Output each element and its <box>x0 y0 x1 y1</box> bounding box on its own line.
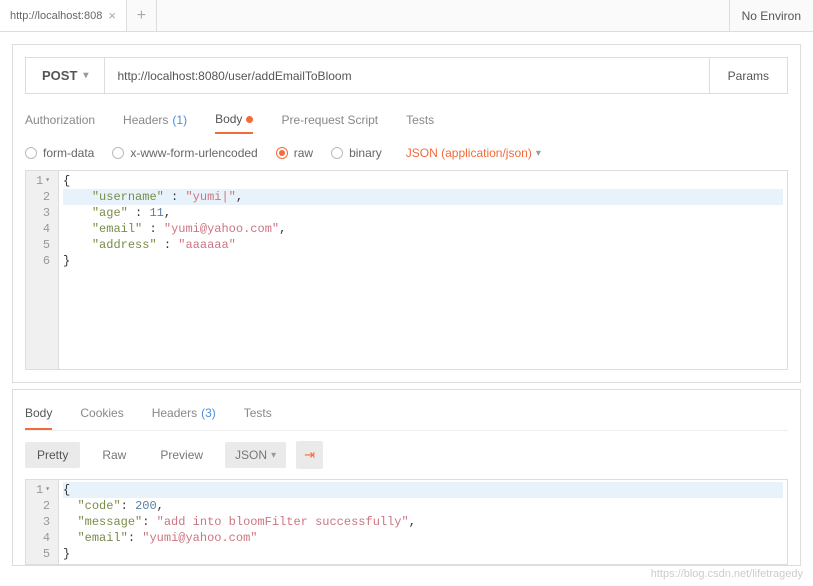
tab-strip: http://localhost:808 × + <box>0 0 729 31</box>
url-row: POST ▾ Params <box>25 57 788 94</box>
resp-tab-cookies[interactable]: Cookies <box>80 400 123 430</box>
watermark: https://blog.csdn.net/lifetragedy <box>651 568 803 580</box>
radio-icon <box>331 147 343 159</box>
code-area[interactable]: { "username" : "yumi|", "age" : 11, "ema… <box>59 171 787 369</box>
format-selector[interactable]: JSON▾ <box>225 442 286 468</box>
resp-tab-headers[interactable]: Headers(3) <box>152 400 216 430</box>
request-body-editor[interactable]: 1▾ 2 3 4 5 6 { "username" : "yumi|", "ag… <box>25 170 788 370</box>
tab-title: http://localhost:808 <box>10 10 102 22</box>
gutter: 1▾ 2 3 4 5 <box>26 480 59 564</box>
view-preview[interactable]: Preview <box>148 442 215 468</box>
top-bar: http://localhost:808 × + No Environ <box>0 0 813 32</box>
response-panel: Body Cookies Headers(3) Tests Pretty Raw… <box>12 389 801 566</box>
content-type-selector[interactable]: JSON (application/json)▾ <box>406 146 541 160</box>
tab-authorization[interactable]: Authorization <box>25 106 95 134</box>
method-label: POST <box>42 68 77 83</box>
radio-raw[interactable]: raw <box>276 146 313 160</box>
radio-form-data[interactable]: form-data <box>25 146 94 160</box>
response-tabs: Body Cookies Headers(3) Tests <box>25 400 788 431</box>
tab-prerequest[interactable]: Pre-request Script <box>281 106 378 134</box>
request-panel: POST ▾ Params Authorization Headers(1) B… <box>12 44 801 383</box>
params-button[interactable]: Params <box>709 58 787 93</box>
gutter: 1▾ 2 3 4 5 6 <box>26 171 59 369</box>
tab-headers[interactable]: Headers(1) <box>123 106 187 134</box>
fold-icon[interactable]: ▾ <box>45 482 50 498</box>
add-tab-button[interactable]: + <box>127 0 157 31</box>
response-body-editor[interactable]: 1▾ 2 3 4 5 { "code": 200, "message": "ad… <box>25 479 788 565</box>
close-icon[interactable]: × <box>108 8 116 23</box>
tab-body[interactable]: Body <box>215 106 253 134</box>
modified-dot-icon <box>246 116 253 123</box>
chevron-down-icon: ▾ <box>536 148 541 159</box>
body-type-selector: form-data x-www-form-urlencoded raw bina… <box>25 146 788 160</box>
environment-selector[interactable]: No Environ <box>729 0 813 31</box>
chevron-down-icon: ▾ <box>271 450 276 461</box>
tab-tests[interactable]: Tests <box>406 106 434 134</box>
resp-tab-body[interactable]: Body <box>25 400 52 430</box>
request-tabs: Authorization Headers(1) Body Pre-reques… <box>25 106 788 134</box>
wrap-lines-button[interactable]: ⇥ <box>296 441 323 469</box>
chevron-down-icon: ▾ <box>83 70 88 81</box>
radio-icon <box>276 147 288 159</box>
environment-label: No Environ <box>742 9 801 23</box>
radio-icon <box>112 147 124 159</box>
radio-icon <box>25 147 37 159</box>
headers-count: (3) <box>201 406 216 422</box>
radio-binary[interactable]: binary <box>331 146 382 160</box>
resp-tab-tests[interactable]: Tests <box>244 400 272 430</box>
code-area[interactable]: { "code": 200, "message": "add into bloo… <box>59 480 787 564</box>
view-pretty[interactable]: Pretty <box>25 442 80 468</box>
params-label: Params <box>728 69 769 83</box>
http-method-selector[interactable]: POST ▾ <box>26 58 105 93</box>
request-tab[interactable]: http://localhost:808 × <box>0 0 127 31</box>
response-toolbar: Pretty Raw Preview JSON▾ ⇥ <box>25 441 788 469</box>
url-input[interactable] <box>105 58 708 93</box>
fold-icon[interactable]: ▾ <box>45 173 50 189</box>
view-raw[interactable]: Raw <box>90 442 138 468</box>
headers-count: (1) <box>172 113 187 127</box>
radio-urlencoded[interactable]: x-www-form-urlencoded <box>112 146 257 160</box>
